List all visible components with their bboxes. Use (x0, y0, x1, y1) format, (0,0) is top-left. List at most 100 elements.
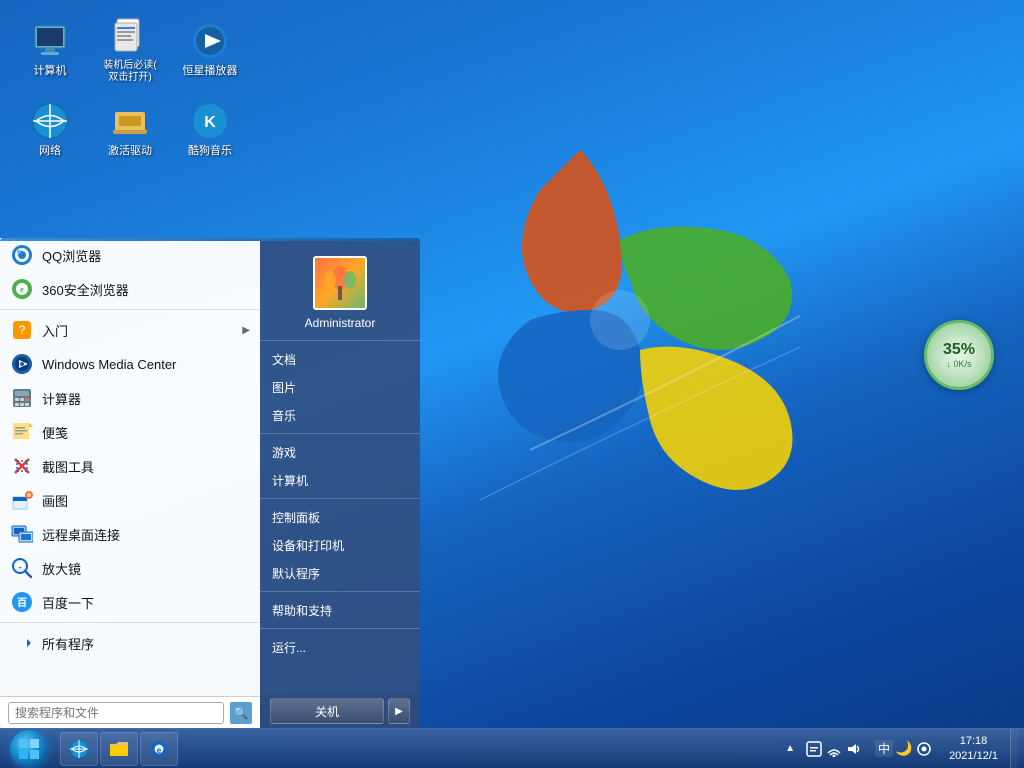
getting-started-arrow: ▶ (242, 325, 250, 336)
right-menu-default-programs[interactable]: 默认程序 (260, 559, 420, 587)
taskbar-items: e (56, 729, 777, 768)
games-label: 游戏 (272, 444, 296, 461)
svg-text:+: + (18, 565, 22, 572)
shutdown-button[interactable]: 关机 (270, 698, 384, 724)
right-menu-computer[interactable]: 计算机 (260, 466, 420, 494)
start-menu-right-panel: Administrator 文档 图片 音乐 游戏 计算机 控制面板 (260, 238, 420, 728)
ie-icon: e (149, 739, 169, 759)
control-panel-label: 控制面板 (272, 509, 320, 526)
desktop-icon-network[interactable]: 网络 (10, 90, 90, 170)
kugou-label: 酷狗音乐 (188, 145, 232, 158)
svg-text:百: 百 (17, 597, 27, 609)
right-menu-run[interactable]: 运行... (260, 633, 420, 661)
menu-item-sticky-notes[interactable]: 便笺 (0, 415, 260, 449)
calculator-icon (10, 386, 34, 410)
network-icon (30, 101, 70, 141)
taskbar-folder[interactable] (100, 732, 138, 766)
setup-guide-label: 装机后必读( 双击打开) (103, 60, 156, 84)
right-separator-3 (260, 591, 420, 592)
remote-desktop-label: 远程桌面连接 (42, 525, 250, 544)
computer-icon-label: 计算机 (34, 65, 67, 78)
help-support-label: 帮助和支持 (272, 602, 332, 619)
clock-time: 17:18 (960, 734, 988, 748)
moon-icon[interactable]: 🌙 (895, 740, 913, 758)
taskbar: e ▲ (0, 728, 1024, 768)
right-separator-2 (260, 498, 420, 499)
default-programs-label: 默认程序 (272, 565, 320, 582)
activate-driver-label: 激活驱动 (108, 145, 152, 158)
sticky-notes-icon (10, 420, 34, 444)
menu-separator-1 (0, 309, 260, 310)
clock-date: 2021/12/1 (949, 749, 998, 763)
music-label: 音乐 (272, 407, 296, 424)
menu-item-360-browser[interactable]: e 360安全浏览器 (0, 272, 260, 306)
network-tray-icon[interactable] (825, 740, 843, 758)
right-menu-music[interactable]: 音乐 (260, 401, 420, 429)
menu-items-list: QQ浏览器 e 360安全浏览器 (0, 238, 260, 696)
volume-tray-icon[interactable] (845, 740, 863, 758)
start-button[interactable] (2, 729, 56, 768)
menu-item-all-programs[interactable]: 所有程序 (0, 626, 260, 660)
snipping-tool-label: 截图工具 (42, 457, 250, 476)
right-menu-devices-printers[interactable]: 设备和打印机 (260, 531, 420, 559)
desktop-icon-kugou[interactable]: K 酷狗音乐 (170, 90, 250, 170)
menu-item-magnifier[interactable]: + 放大镜 (0, 551, 260, 585)
user-avatar[interactable] (313, 256, 367, 310)
start-menu-left-panel: QQ浏览器 e 360安全浏览器 (0, 238, 260, 728)
right-separator-4 (260, 628, 420, 629)
search-input[interactable] (8, 702, 224, 724)
qq-browser-label: QQ浏览器 (42, 246, 250, 265)
search-bar: 🔍 (0, 696, 260, 728)
all-programs-icon (10, 631, 34, 655)
magnifier-label: 放大镜 (42, 559, 250, 578)
computer-r-label: 计算机 (272, 472, 308, 489)
desktop-icon-activate[interactable]: 激活驱动 (90, 90, 170, 170)
qq-browser-icon (10, 243, 34, 267)
menu-item-qq-browser[interactable]: QQ浏览器 (0, 238, 260, 272)
right-menu-help[interactable]: 帮助和支持 (260, 596, 420, 624)
action-center-icon[interactable] (805, 740, 823, 758)
shutdown-bar: 关机 ▶ (260, 694, 420, 728)
shutdown-arrow-button[interactable]: ▶ (388, 698, 410, 724)
menu-item-remote-desktop[interactable]: 远程桌面连接 (0, 517, 260, 551)
search-button[interactable]: 🔍 (230, 702, 252, 724)
net-speed-value: ↓ 0K/s (946, 359, 971, 369)
menu-item-baidu[interactable]: 百 百度一下 (0, 585, 260, 619)
right-menu-games[interactable]: 游戏 (260, 438, 420, 466)
right-menu-documents[interactable]: 文档 (260, 345, 420, 373)
remote-desktop-icon (10, 522, 34, 546)
run-label: 运行... (272, 639, 306, 656)
menu-item-paint[interactable]: 画图 (0, 483, 260, 517)
right-menu-control-panel[interactable]: 控制面板 (260, 503, 420, 531)
clock-area[interactable]: 17:18 2021/12/1 (941, 734, 1006, 763)
windows-logo (380, 100, 800, 520)
right-menu-pictures[interactable]: 图片 (260, 373, 420, 401)
ime-indicator[interactable]: 中 (875, 740, 893, 757)
media-player-label: 恒星播放器 (183, 65, 238, 78)
all-programs-label: 所有程序 (42, 634, 250, 653)
settings-tray-icon[interactable] (915, 740, 933, 758)
right-separator-1 (260, 433, 420, 434)
taskbar-ie[interactable]: e (140, 732, 178, 766)
baidu-label: 百度一下 (42, 593, 250, 612)
net-speed-widget: 35% ↓ 0K/s (924, 320, 994, 390)
media-center-icon (10, 352, 34, 376)
desktop-icon-row-1: 计算机 (10, 10, 250, 90)
menu-item-getting-started[interactable]: ? 入门 ▶ (0, 313, 260, 347)
show-desktop-button[interactable] (1010, 729, 1018, 768)
snipping-tool-icon (10, 454, 34, 478)
show-hidden-icons[interactable]: ▲ (783, 743, 797, 754)
start-orb (10, 730, 48, 768)
desktop-icon-computer[interactable]: 计算机 (10, 10, 90, 90)
menu-item-snipping-tool[interactable]: 截图工具 (0, 449, 260, 483)
taskbar-globe[interactable] (60, 732, 98, 766)
menu-item-calculator[interactable]: 计算器 (0, 381, 260, 415)
globe-icon (69, 739, 89, 759)
desktop-icon-media-player[interactable]: 恒星播放器 (170, 10, 250, 90)
menu-item-media-center[interactable]: Windows Media Center (0, 347, 260, 381)
network-label: 网络 (39, 145, 61, 158)
start-menu: QQ浏览器 e 360安全浏览器 (0, 238, 420, 728)
paint-icon (10, 488, 34, 512)
desktop-icon-setup[interactable]: 装机后必读( 双击打开) (90, 10, 170, 90)
menu-separator-2 (0, 622, 260, 623)
